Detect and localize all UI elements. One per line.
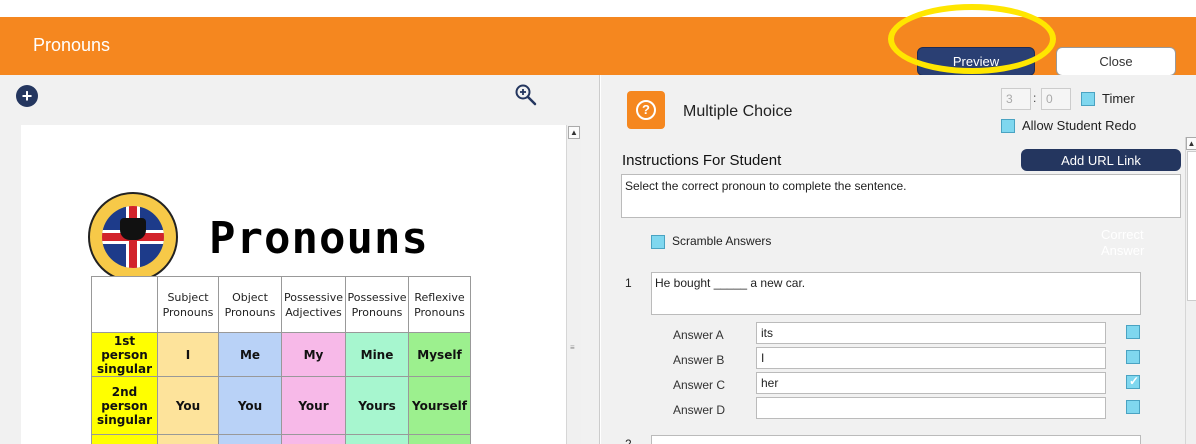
question-number: 2 bbox=[625, 437, 632, 444]
table-cell: Myself bbox=[408, 332, 471, 377]
answer-b-input[interactable] bbox=[756, 347, 1106, 369]
logo bbox=[88, 192, 178, 282]
question-editor: Pronouns Preview Close + Pronouns Subjec… bbox=[0, 0, 1196, 444]
table-cell bbox=[408, 434, 471, 444]
table-cell: You bbox=[218, 376, 282, 435]
scroll-grip-icon[interactable]: ≡ bbox=[570, 343, 575, 352]
row-header: 2nd person singular bbox=[91, 376, 158, 435]
scramble-answers-label: Scramble Answers bbox=[672, 234, 772, 248]
answer-a-label: Answer A bbox=[673, 328, 724, 342]
table-header: Subject Pronouns bbox=[157, 276, 219, 333]
add-icon[interactable]: + bbox=[16, 85, 38, 107]
row-header: 3rd bbox=[91, 434, 158, 444]
table-cell: Yourself bbox=[408, 376, 471, 435]
table-cell: I bbox=[157, 332, 219, 377]
zoom-in-icon[interactable] bbox=[514, 83, 538, 107]
table-cell: You bbox=[157, 376, 219, 435]
answer-c-input[interactable] bbox=[756, 372, 1106, 394]
answer-d-input[interactable] bbox=[756, 397, 1106, 419]
table-header: Possessive Pronouns bbox=[345, 276, 409, 333]
scroll-thumb[interactable] bbox=[1187, 151, 1196, 301]
table-cell bbox=[345, 434, 409, 444]
timer-minutes-input[interactable] bbox=[1001, 88, 1031, 110]
pronoun-table: Subject Pronouns Object Pronouns Possessiv… bbox=[91, 276, 471, 444]
question-text-field[interactable] bbox=[651, 435, 1141, 444]
question-mark-icon: ? bbox=[627, 91, 665, 129]
allow-redo-checkbox[interactable] bbox=[1001, 119, 1015, 133]
scroll-up-arrow-icon[interactable]: ▲ bbox=[568, 126, 580, 139]
table-cell: Mine bbox=[345, 332, 409, 377]
table-header bbox=[91, 276, 158, 333]
page-title: Pronouns bbox=[33, 35, 111, 55]
timer-seconds-input[interactable] bbox=[1041, 88, 1071, 110]
preview-button[interactable]: Preview bbox=[917, 47, 1035, 76]
timer-checkbox[interactable] bbox=[1081, 92, 1095, 106]
timer-colon: : bbox=[1033, 91, 1037, 105]
row-header: 1st person singular bbox=[91, 332, 158, 377]
instructions-field[interactable]: Select the correct pronoun to complete t… bbox=[621, 174, 1181, 218]
table-cell: Me bbox=[218, 332, 282, 377]
table-header: Reflexive Pronouns bbox=[408, 276, 471, 333]
answer-a-input[interactable] bbox=[756, 322, 1106, 344]
document-panel: + Pronouns Subject Pronouns Object Prono… bbox=[0, 75, 600, 444]
question-number: 1 bbox=[625, 276, 632, 290]
document-scrollbar[interactable]: ▲ ≡ bbox=[566, 125, 581, 444]
question-text-field[interactable]: He bought _____ a new car. bbox=[651, 272, 1141, 315]
top-strip bbox=[0, 0, 1196, 17]
header-bar: Pronouns Preview Close bbox=[0, 17, 1196, 76]
answer-d-label: Answer D bbox=[673, 403, 726, 417]
table-header: Possessive Adjectives bbox=[281, 276, 346, 333]
instructions-label: Instructions For Student bbox=[622, 152, 782, 169]
table-cell bbox=[218, 434, 282, 444]
table-cell bbox=[281, 434, 346, 444]
table-cell: My bbox=[281, 332, 346, 377]
add-url-link-button[interactable]: Add URL Link bbox=[1021, 149, 1181, 171]
document-title: Pronouns bbox=[209, 213, 429, 264]
allow-redo-label: Allow Student Redo bbox=[1022, 118, 1137, 133]
table-cell bbox=[157, 434, 219, 444]
table-row: 2nd person singular You You Your Yours Y… bbox=[91, 376, 471, 435]
answer-a-correct-checkbox[interactable] bbox=[1126, 325, 1140, 339]
table-header: Object Pronouns bbox=[218, 276, 282, 333]
document-view[interactable]: Pronouns Subject Pronouns Object Pronouns … bbox=[21, 125, 566, 444]
answer-c-label: Answer C bbox=[673, 378, 726, 392]
settings-scrollbar[interactable]: ▲ bbox=[1185, 137, 1196, 444]
scroll-up-arrow-icon[interactable]: ▲ bbox=[1186, 137, 1196, 150]
answer-b-label: Answer B bbox=[673, 353, 725, 367]
table-header-row: Subject Pronouns Object Pronouns Possessiv… bbox=[91, 276, 471, 333]
answer-c-correct-checkbox[interactable] bbox=[1126, 374, 1140, 389]
answer-b-correct-checkbox[interactable] bbox=[1126, 350, 1140, 364]
table-cell: Your bbox=[281, 376, 346, 435]
table-cell: Yours bbox=[345, 376, 409, 435]
scramble-answers-checkbox[interactable] bbox=[651, 235, 665, 249]
question-type-label: Multiple Choice bbox=[683, 103, 793, 120]
table-row: 1st person singular I Me My Mine Myself bbox=[91, 332, 471, 377]
table-row: 3rd bbox=[91, 434, 471, 444]
timer-label: Timer bbox=[1102, 91, 1135, 106]
correct-answer-header: Correct Answer bbox=[1101, 227, 1145, 258]
question-settings-panel: ? Multiple Choice : Timer Allow Student … bbox=[601, 75, 1196, 444]
answer-d-correct-checkbox[interactable] bbox=[1126, 400, 1140, 414]
close-button[interactable]: Close bbox=[1056, 47, 1176, 76]
